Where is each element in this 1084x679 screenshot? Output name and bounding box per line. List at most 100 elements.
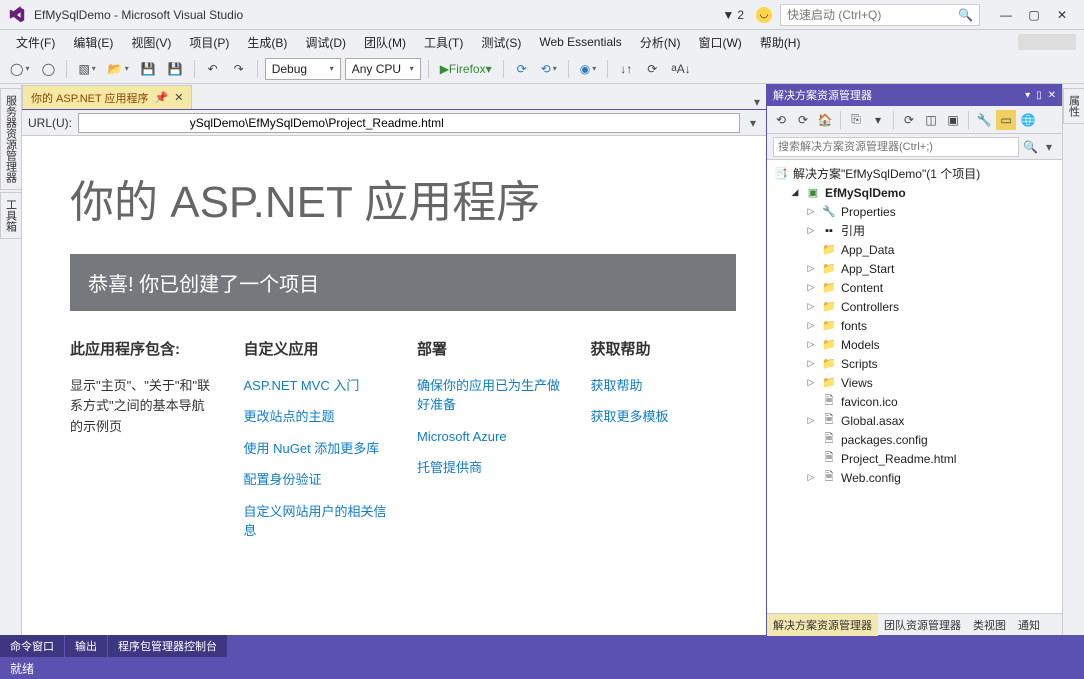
- link[interactable]: 托管提供商: [417, 458, 563, 478]
- search-dd-icon[interactable]: ▾: [1042, 140, 1056, 154]
- link[interactable]: 配置身份验证: [244, 470, 390, 490]
- toolbox-tab[interactable]: 工具箱: [0, 192, 22, 239]
- run-button[interactable]: ▶ Firefox ▾: [436, 58, 496, 80]
- url-input[interactable]: [78, 113, 740, 133]
- tree-node[interactable]: ▷🗎Global.asax: [767, 411, 1062, 430]
- tree-node[interactable]: ▷🗎Web.config: [767, 468, 1062, 487]
- url-dropdown-icon[interactable]: ▾: [746, 116, 760, 130]
- tree-node[interactable]: 🗎Project_Readme.html: [767, 449, 1062, 468]
- expand-icon[interactable]: ◢: [789, 187, 801, 198]
- platform-combo[interactable]: Any CPU: [345, 58, 421, 80]
- config-combo[interactable]: Debug: [265, 58, 341, 80]
- document-tab-active[interactable]: 你的 ASP.NET 应用程序 📌 ✕: [22, 85, 192, 109]
- solution-tree[interactable]: 📑 解决方案"EfMySqlDemo"(1 个项目) ◢ ▣ EfMySqlDe…: [767, 160, 1062, 613]
- project-node[interactable]: ◢ ▣ EfMySqlDemo: [767, 183, 1062, 202]
- solution-search-input[interactable]: [773, 137, 1019, 157]
- show-all-icon[interactable]: ▣: [943, 110, 963, 130]
- expand-icon[interactable]: ▷: [805, 472, 817, 483]
- expand-icon[interactable]: ▷: [805, 225, 817, 236]
- undo-button[interactable]: ↶: [202, 58, 224, 80]
- nav-back-button[interactable]: ◯: [6, 58, 33, 80]
- tab-package-manager[interactable]: 程序包管理器控制台: [108, 635, 227, 657]
- tree-node[interactable]: ▷📁Content: [767, 278, 1062, 297]
- pin-icon[interactable]: 📌: [155, 91, 169, 104]
- link[interactable]: 使用 NuGet 添加更多库: [244, 439, 390, 459]
- home-icon[interactable]: 🏠: [815, 110, 835, 130]
- close-tab-icon[interactable]: ✕: [174, 91, 183, 104]
- menu-help[interactable]: 帮助(H): [752, 32, 809, 53]
- save-all-button[interactable]: 💾: [164, 58, 187, 80]
- menu-debug[interactable]: 调试(D): [297, 32, 354, 53]
- tree-node[interactable]: ▷📁App_Start: [767, 259, 1062, 278]
- maximize-button[interactable]: ▢: [1020, 4, 1048, 26]
- tab-output[interactable]: 输出: [65, 635, 107, 657]
- solution-root[interactable]: 📑 解决方案"EfMySqlDemo"(1 个项目): [767, 164, 1062, 183]
- expand-icon[interactable]: ▷: [805, 358, 817, 369]
- pending-icon[interactable]: ▾: [868, 110, 888, 130]
- expand-icon[interactable]: ▷: [805, 339, 817, 350]
- tab-notifications[interactable]: 通知: [1012, 614, 1046, 636]
- tree-node[interactable]: ▷▪▪引用: [767, 221, 1062, 240]
- fwd-icon[interactable]: ⟳: [793, 110, 813, 130]
- extension-button[interactable]: ◉: [576, 58, 601, 80]
- expand-icon[interactable]: ▷: [805, 206, 817, 217]
- expand-icon[interactable]: ▷: [805, 415, 817, 426]
- tree-node[interactable]: ▷🔧Properties: [767, 202, 1062, 221]
- link[interactable]: 更改站点的主题: [244, 407, 390, 427]
- browser-refresh-button[interactable]: ⟳: [511, 58, 533, 80]
- refresh2-button[interactable]: ⟳: [641, 58, 663, 80]
- tree-node[interactable]: 🗎favicon.ico: [767, 392, 1062, 411]
- menu-test[interactable]: 测试(S): [473, 32, 529, 53]
- browser-link-button[interactable]: ⟲: [537, 58, 561, 80]
- menu-file[interactable]: 文件(F): [8, 32, 63, 53]
- link[interactable]: 获取更多模板: [591, 407, 737, 427]
- tree-node[interactable]: 📁App_Data: [767, 240, 1062, 259]
- menu-view[interactable]: 视图(V): [123, 32, 179, 53]
- menu-build[interactable]: 生成(B): [239, 32, 295, 53]
- collapse-icon[interactable]: ◫: [921, 110, 941, 130]
- refresh-icon[interactable]: ⟳: [899, 110, 919, 130]
- expand-icon[interactable]: ▷: [805, 282, 817, 293]
- tree-node[interactable]: ▷📁Models: [767, 335, 1062, 354]
- solution-explorer-header[interactable]: 解决方案资源管理器 ▾ ▯ ✕: [767, 84, 1062, 106]
- menu-edit[interactable]: 编辑(E): [65, 32, 121, 53]
- link[interactable]: Microsoft Azure: [417, 427, 563, 447]
- tree-node[interactable]: ▷📁Views: [767, 373, 1062, 392]
- menu-project[interactable]: 项目(P): [181, 32, 237, 53]
- account-badge[interactable]: [1018, 34, 1076, 50]
- menu-tools[interactable]: 工具(T): [416, 32, 471, 53]
- redo-button[interactable]: ↷: [228, 58, 250, 80]
- tab-class-view[interactable]: 类视图: [967, 614, 1012, 636]
- expand-icon[interactable]: ▷: [805, 377, 817, 388]
- expand-icon[interactable]: ▷: [805, 320, 817, 331]
- tab-solution-explorer[interactable]: 解决方案资源管理器: [767, 614, 878, 636]
- feedback-smiley-icon[interactable]: ◡: [756, 7, 772, 23]
- sync-icon[interactable]: ⎘: [846, 110, 866, 130]
- menu-team[interactable]: 团队(M): [356, 32, 414, 53]
- globe-icon[interactable]: 🌐: [1018, 110, 1038, 130]
- menu-window[interactable]: 窗口(W): [690, 32, 749, 53]
- font-size-button[interactable]: aA↓: [667, 58, 695, 80]
- panel-pin-icon[interactable]: ▯: [1036, 90, 1042, 101]
- close-button[interactable]: ✕: [1048, 4, 1076, 26]
- sync-button[interactable]: ↓↑: [615, 58, 637, 80]
- new-project-button[interactable]: ▧: [74, 58, 99, 80]
- tab-overflow-button[interactable]: ▾: [748, 95, 766, 109]
- properties-icon[interactable]: 🔧: [974, 110, 994, 130]
- search-icon[interactable]: 🔍: [1019, 140, 1042, 154]
- expand-icon[interactable]: ▷: [805, 301, 817, 312]
- tab-command-window[interactable]: 命令窗口: [0, 635, 64, 657]
- tree-node[interactable]: 🗎packages.config: [767, 430, 1062, 449]
- panel-menu-icon[interactable]: ▾: [1025, 90, 1030, 101]
- tree-node[interactable]: ▷📁Controllers: [767, 297, 1062, 316]
- properties-tab[interactable]: 属性: [1063, 88, 1084, 124]
- tree-node[interactable]: ▷📁fonts: [767, 316, 1062, 335]
- panel-close-icon[interactable]: ✕: [1048, 90, 1056, 101]
- tab-team-explorer[interactable]: 团队资源管理器: [878, 614, 967, 636]
- save-button[interactable]: 💾: [137, 58, 160, 80]
- expand-icon[interactable]: ▷: [805, 263, 817, 274]
- link[interactable]: 确保你的应用已为生产做好准备: [417, 376, 563, 415]
- nav-forward-button[interactable]: ◯: [37, 58, 59, 80]
- back-icon[interactable]: ⟲: [771, 110, 791, 130]
- menu-webessentials[interactable]: Web Essentials: [531, 33, 629, 51]
